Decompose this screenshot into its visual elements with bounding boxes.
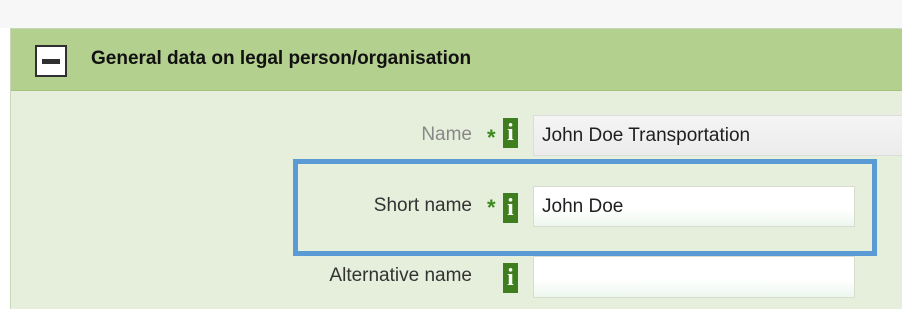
short-name-field[interactable] <box>533 186 855 227</box>
short-name-info-icon[interactable]: i <box>503 193 518 223</box>
name-info-icon[interactable]: i <box>503 118 518 148</box>
short-name-required-marker: * <box>487 195 496 220</box>
name-label: Name <box>421 124 472 145</box>
alternative-name-info-icon[interactable]: i <box>503 263 518 293</box>
alternative-name-label: Alternative name <box>329 265 472 286</box>
name-required-marker: * <box>487 125 496 150</box>
collapse-button[interactable] <box>35 45 67 77</box>
name-field[interactable] <box>533 115 902 156</box>
panel-title: General data on legal person/organisatio… <box>91 48 472 69</box>
top-bar <box>0 0 902 28</box>
short-name-label: Short name <box>373 195 472 216</box>
minus-icon <box>42 59 60 64</box>
alternative-name-field[interactable] <box>533 256 855 298</box>
panel-header[interactable]: General data on legal person/organisatio… <box>11 29 902 91</box>
